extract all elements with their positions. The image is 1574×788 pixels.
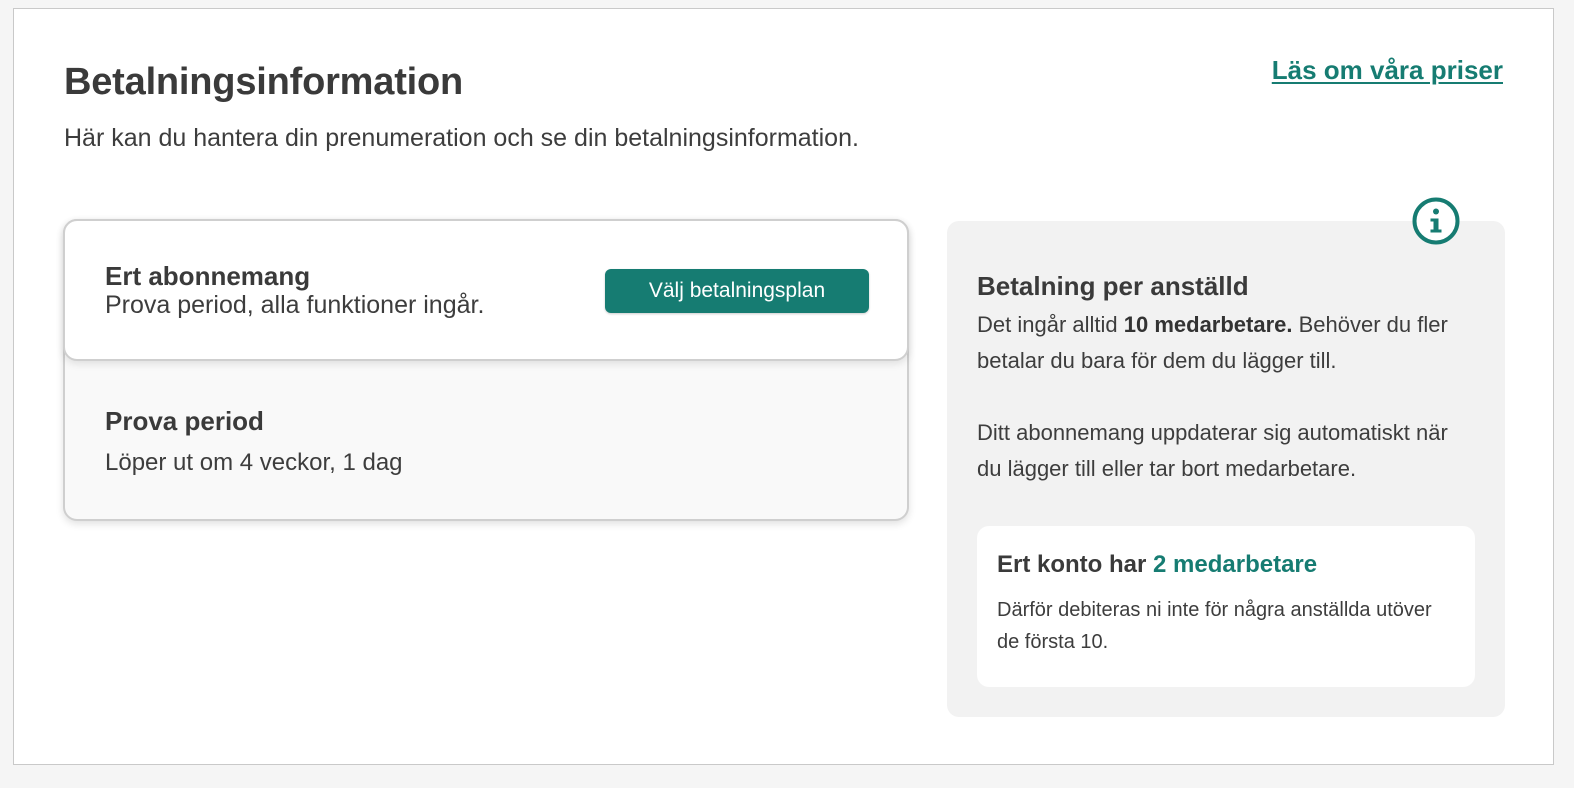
trial-description: Löper ut om 4 veckor, 1 dag <box>105 449 403 476</box>
billing-panel: Betalningsinformation Läs om våra priser… <box>13 8 1554 765</box>
auto-update-text: Ditt abonnemang uppdaterar sig automatis… <box>977 420 1448 481</box>
subscription-title: Ert abonnemang <box>105 261 311 291</box>
page-subtitle: Här kan du hantera din prenumeration och… <box>64 124 859 152</box>
subscription-card: Ert abonnemang Prova period, alla funkti… <box>63 219 909 521</box>
info-icon <box>1412 197 1460 245</box>
subscription-header: Ert abonnemang Prova period, alla funkti… <box>63 219 909 361</box>
employee-count-description: Därför debiteras ni inte för några anstä… <box>997 599 1432 653</box>
included-employees-count: 10 medarbetare. <box>1123 312 1293 337</box>
pricing-info-box: Betalning per anställd Det ingår alltid … <box>947 197 1505 717</box>
info-title: Betalning per anställd <box>977 271 1249 301</box>
employee-count-value: 2 medarbetare <box>1153 551 1318 578</box>
page-title: Betalningsinformation <box>64 61 464 103</box>
pricing-link[interactable]: Läs om våra priser <box>1272 55 1503 86</box>
choose-plan-button[interactable]: Välj betalningsplan <box>605 269 869 313</box>
trial-title: Prova period <box>105 406 264 436</box>
included-employees-text: Det ingår alltid 10 medarbetare. Behöver… <box>977 312 1448 373</box>
employee-count-title: Ert konto har 2 medarbetare <box>997 551 1318 578</box>
employee-count-card: Ert konto har 2 medarbetare Därför debit… <box>977 526 1475 687</box>
subscription-description: Prova period, alla funktioner ingår. <box>105 291 485 319</box>
